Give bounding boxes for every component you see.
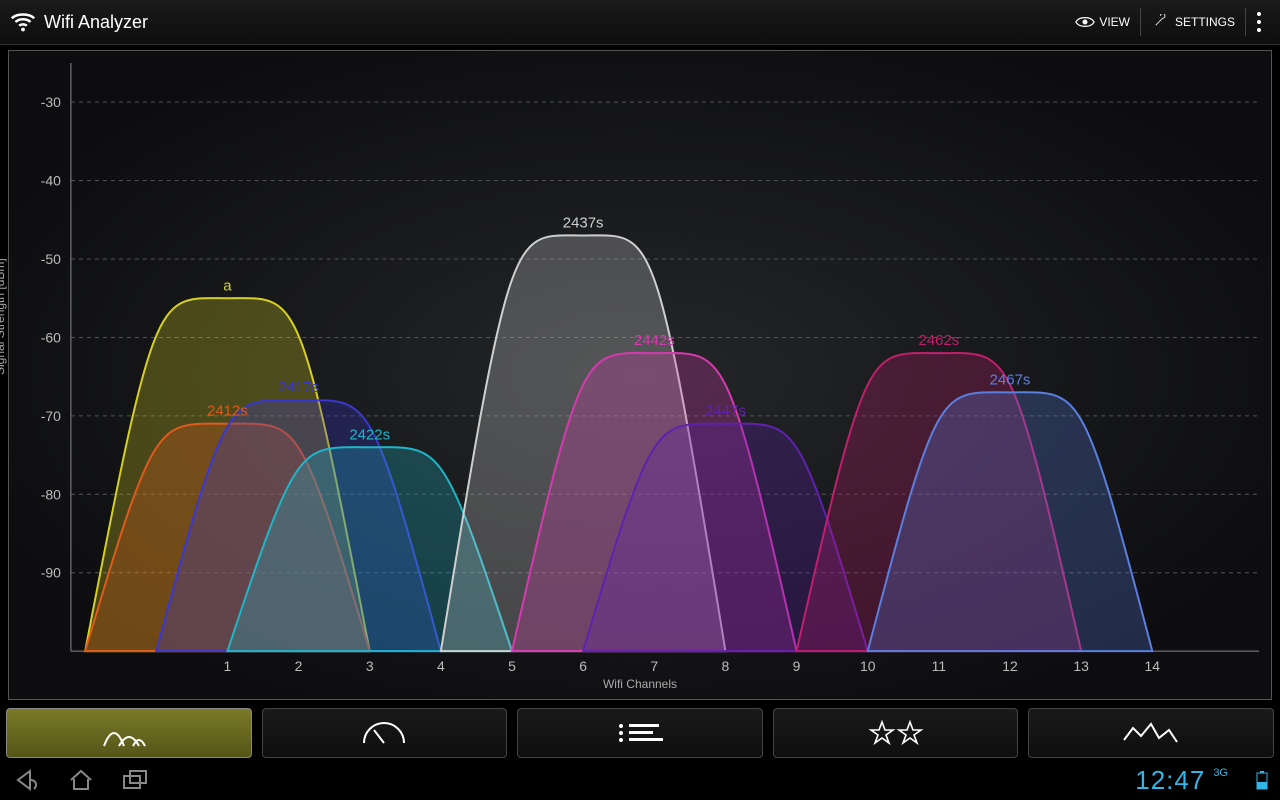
tab-ap-list[interactable] — [773, 708, 1019, 758]
signal-chart: Signal Strength [dBm] a2412s2417s2422s24… — [8, 50, 1272, 700]
tab-channel-graph[interactable] — [6, 708, 252, 758]
app-title: Wifi Analyzer — [44, 12, 148, 33]
svg-text:11: 11 — [932, 658, 947, 674]
svg-text:2437s: 2437s — [563, 215, 604, 232]
line-graph-icon — [1121, 718, 1181, 748]
view-label: VIEW — [1099, 15, 1130, 29]
wifi-icon — [8, 7, 38, 37]
app-header: Wifi Analyzer VIEW SETTINGS — [0, 0, 1280, 45]
svg-text:2442s: 2442s — [634, 332, 675, 349]
svg-text:1: 1 — [224, 658, 232, 674]
tab-channel-rating[interactable] — [517, 708, 763, 758]
svg-text:-90: -90 — [41, 565, 61, 581]
svg-text:9: 9 — [793, 658, 801, 674]
svg-text:2422s: 2422s — [349, 426, 390, 443]
view-button[interactable]: VIEW — [1065, 0, 1140, 44]
svg-text:5: 5 — [508, 658, 516, 674]
view-tabs — [6, 708, 1274, 758]
svg-text:2: 2 — [295, 658, 303, 674]
svg-text:12: 12 — [1002, 658, 1018, 674]
svg-text:8: 8 — [722, 658, 730, 674]
svg-text:2417s: 2417s — [278, 379, 319, 396]
stars-icon — [868, 720, 924, 746]
svg-text:3: 3 — [366, 658, 374, 674]
svg-text:4: 4 — [437, 658, 445, 674]
svg-text:a: a — [223, 277, 232, 294]
gauge-icon — [354, 718, 414, 748]
svg-text:6: 6 — [579, 658, 587, 674]
channel-graph-icon — [99, 718, 159, 748]
overflow-icon — [1256, 11, 1262, 33]
svg-text:-70: -70 — [41, 408, 61, 424]
settings-button[interactable]: SETTINGS — [1141, 0, 1245, 44]
wrench-icon — [1151, 14, 1171, 30]
svg-text:2412s: 2412s — [207, 403, 248, 420]
svg-text:10: 10 — [860, 658, 876, 674]
overflow-button[interactable] — [1246, 0, 1272, 44]
eye-icon — [1075, 15, 1095, 29]
svg-text:7: 7 — [650, 658, 658, 674]
system-bar: 12:47 3G — [0, 760, 1280, 800]
tab-time-graph[interactable] — [262, 708, 508, 758]
chart-svg: a2412s2417s2422s2437s2442s2447s2462s2467… — [9, 51, 1271, 699]
svg-text:-80: -80 — [41, 486, 61, 502]
clock: 12:47 — [1135, 765, 1205, 796]
svg-text:-50: -50 — [41, 251, 61, 267]
home-button[interactable] — [68, 769, 94, 791]
svg-text:-40: -40 — [41, 173, 61, 189]
svg-text:13: 13 — [1073, 658, 1089, 674]
recents-button[interactable] — [122, 770, 150, 790]
svg-text:-30: -30 — [41, 94, 61, 110]
back-button[interactable] — [12, 769, 40, 791]
settings-label: SETTINGS — [1175, 15, 1235, 29]
x-axis-label: Wifi Channels — [603, 677, 677, 691]
svg-text:2462s: 2462s — [918, 332, 959, 349]
svg-text:14: 14 — [1145, 658, 1161, 674]
network-indicator: 3G — [1213, 767, 1228, 779]
list-icon — [615, 721, 665, 745]
battery-icon — [1256, 770, 1268, 790]
svg-text:2467s: 2467s — [990, 371, 1031, 388]
tab-signal-meter[interactable] — [1028, 708, 1274, 758]
y-axis-label: Signal Strength [dBm] — [0, 258, 7, 375]
svg-text:2447s: 2447s — [705, 403, 746, 420]
svg-text:-60: -60 — [41, 329, 61, 345]
